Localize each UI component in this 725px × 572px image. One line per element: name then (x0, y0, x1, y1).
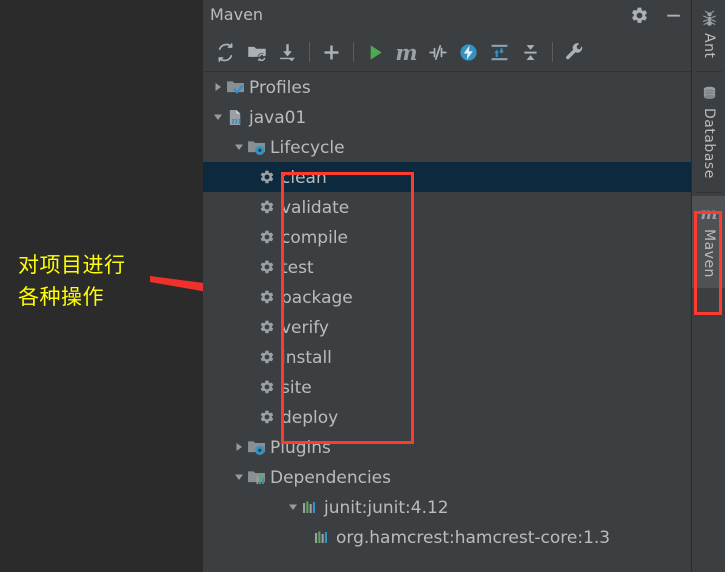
profiles-folder-icon (226, 78, 244, 96)
rail-tab-label: Maven (701, 229, 717, 279)
tree-node-goal-install[interactable]: install (203, 342, 691, 372)
tree-node-project-java01[interactable]: m java01 (203, 102, 691, 132)
lifecycle-folder-icon (247, 138, 265, 156)
generate-sources-folder-icon[interactable] (241, 37, 272, 67)
reimport-all-icon[interactable] (210, 37, 241, 67)
maven-m-icon: m (699, 204, 719, 224)
tree-node-label: Profiles (249, 77, 311, 98)
tree-node-goal-compile[interactable]: compile (203, 222, 691, 252)
database-icon (699, 83, 719, 103)
rail-divider (696, 71, 722, 73)
chevron-down-icon[interactable] (285, 499, 301, 515)
goal-gear-icon (258, 168, 276, 186)
ant-icon (699, 8, 719, 28)
tree-node-label: java01 (249, 107, 307, 128)
tree-node-goal-deploy[interactable]: deploy (203, 402, 691, 432)
annotation-canvas: 对项目进行 各种操作 (0, 0, 278, 572)
run-maven-build-icon[interactable] (360, 37, 391, 67)
tree-node-label: Plugins (270, 437, 331, 458)
tree-node-label: clean (281, 167, 327, 188)
rail-tab-label: Database (701, 108, 717, 180)
dependencies-folder-icon (247, 468, 265, 486)
tree-node-dependency-hamcrest[interactable]: org.hamcrest:hamcrest-core:1.3 (203, 522, 691, 552)
tree-node-label: test (281, 257, 314, 278)
screen-root: 对项目进行 各种操作 Maven m Profiles m java01 Lif… (0, 0, 725, 572)
minimize-icon[interactable] (662, 4, 684, 26)
toolbar-separator (552, 42, 553, 62)
gear-icon[interactable] (628, 4, 650, 26)
tree-node-goal-package[interactable]: package (203, 282, 691, 312)
goal-gear-icon (258, 258, 276, 276)
goal-gear-icon (258, 228, 276, 246)
goal-gear-icon (258, 408, 276, 426)
tree-node-label: validate (281, 197, 350, 218)
toolbar-separator (353, 42, 354, 62)
goal-gear-icon (258, 288, 276, 306)
library-bars-icon (301, 498, 319, 516)
tree-node-dependency-junit[interactable]: junit:junit:4.12 (203, 492, 691, 522)
tree-node-profiles[interactable]: Profiles (203, 72, 691, 102)
tree-node-label: verify (281, 317, 329, 338)
maven-project-icon: m (226, 108, 244, 126)
annotation-text: 对项目进行 各种操作 (18, 253, 126, 309)
toggle-skip-tests-icon[interactable] (422, 37, 453, 67)
tree-node-label: junit:junit:4.12 (324, 497, 449, 518)
goal-gear-icon (258, 378, 276, 396)
tree-node-goal-clean[interactable]: clean (203, 162, 691, 192)
expand-all-icon[interactable] (484, 37, 515, 67)
tree-node-lifecycle[interactable]: Lifecycle (203, 132, 691, 162)
rail-tab-ant[interactable]: Ant (692, 0, 725, 68)
collapse-all-icon[interactable] (515, 37, 546, 67)
maven-toolbar: m (203, 33, 691, 72)
chevron-down-icon[interactable] (210, 109, 226, 125)
tree-node-label: deploy (281, 407, 339, 428)
window-header-buttons (628, 4, 684, 26)
goal-gear-icon (258, 318, 276, 336)
plugins-folder-icon (247, 438, 265, 456)
maven-window-title: Maven (210, 5, 264, 24)
library-bars-icon (313, 528, 331, 546)
add-maven-project-icon[interactable] (316, 37, 347, 67)
tree-node-plugins[interactable]: Plugins (203, 432, 691, 462)
chevron-down-icon[interactable] (231, 469, 247, 485)
maven-projects-tree[interactable]: Profiles m java01 Lifecycle clean valida… (203, 72, 691, 572)
rail-tab-label: Ant (701, 33, 717, 59)
rail-tab-maven[interactable]: m Maven (692, 196, 725, 289)
rail-divider (696, 192, 722, 194)
download-sources-icon[interactable] (272, 37, 303, 67)
chevron-down-icon[interactable] (231, 139, 247, 155)
tree-node-label: org.hamcrest:hamcrest-core:1.3 (336, 527, 611, 548)
chevron-right-icon[interactable] (210, 79, 226, 95)
tree-node-label: compile (281, 227, 349, 248)
goal-gear-icon (258, 198, 276, 216)
tree-node-goal-site[interactable]: site (203, 372, 691, 402)
rail-tab-database[interactable]: Database (692, 75, 725, 189)
maven-m-glyph: m (395, 39, 418, 65)
toolbar-separator (309, 42, 310, 62)
tree-node-goal-test[interactable]: test (203, 252, 691, 282)
maven-tool-window: Maven m Profiles m java01 Lifecycle clea… (203, 0, 691, 572)
tree-node-label: site (281, 377, 312, 398)
right-tool-rail: Ant Database m Maven (691, 0, 725, 572)
maven-settings-wrench-icon[interactable] (559, 37, 590, 67)
tree-node-label: package (281, 287, 353, 308)
tree-node-dependencies[interactable]: Dependencies (203, 462, 691, 492)
toggle-offline-mode-icon[interactable] (453, 37, 484, 67)
tree-node-label: install (281, 347, 332, 368)
goal-gear-icon (258, 348, 276, 366)
maven-m-glyph: m (700, 204, 718, 224)
chevron-right-icon[interactable] (231, 439, 247, 455)
svg-text:m: m (231, 116, 241, 126)
tree-node-label: Dependencies (270, 467, 391, 488)
execute-maven-goal-icon[interactable]: m (391, 37, 422, 67)
tree-node-goal-validate[interactable]: validate (203, 192, 691, 222)
tree-node-goal-verify[interactable]: verify (203, 312, 691, 342)
maven-window-header: Maven (203, 0, 691, 33)
tree-node-label: Lifecycle (270, 137, 345, 158)
